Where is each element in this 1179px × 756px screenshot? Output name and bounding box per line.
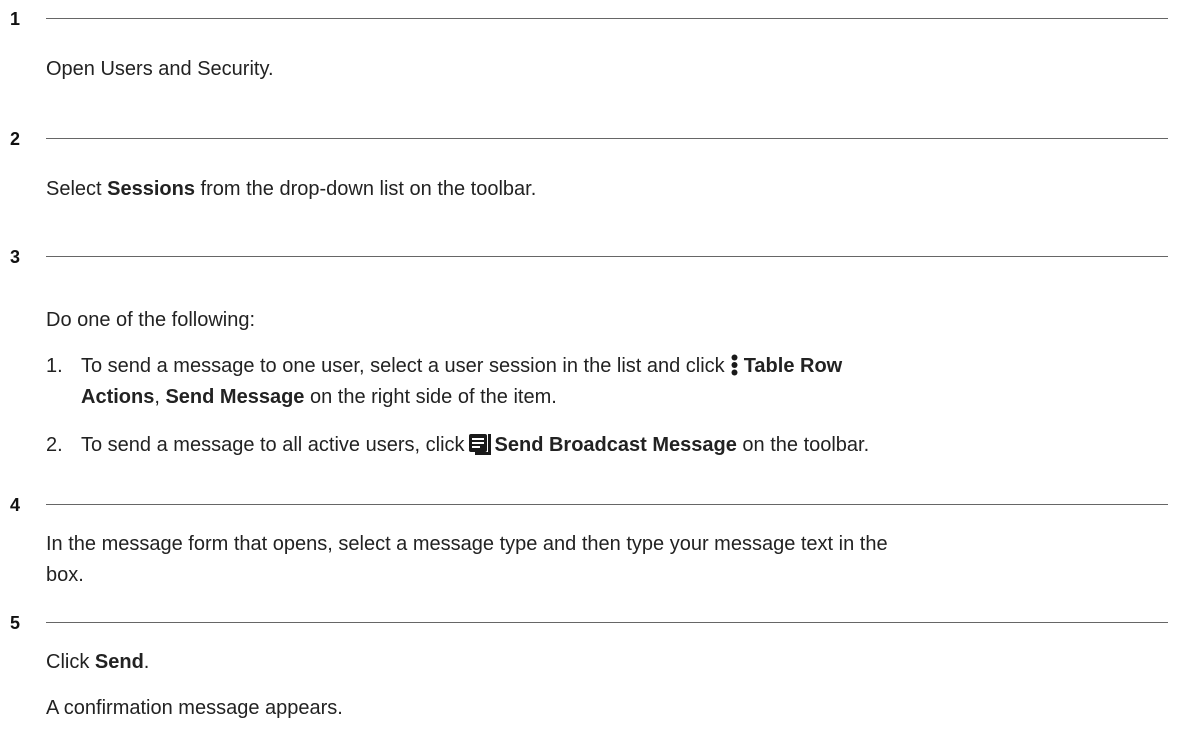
step-text: Open Users and Security.: [46, 58, 274, 80]
step-number: 3: [10, 247, 21, 267]
step-text-pre: Select: [46, 178, 108, 200]
step-intro: Do one of the following:: [46, 309, 256, 331]
step-header: 2: [0, 129, 1179, 149]
ui-term-actions: Actions: [81, 386, 155, 408]
list-item-marker: 1.: [46, 355, 63, 377]
step-header: 5: [0, 613, 1179, 633]
step-text-line-1: In the message form that opens, select a…: [46, 533, 888, 555]
step-text: Select Sessions from the drop-down list …: [46, 174, 1169, 205]
step-text-post: .: [143, 651, 150, 673]
kebab-vertical-icon: [731, 354, 738, 376]
list-item: To send a message to one user, select a …: [81, 351, 1167, 413]
step-divider: [46, 622, 1168, 623]
step-text-pre: Click: [46, 651, 95, 673]
step-divider: [46, 256, 1168, 257]
step-text: Click Send.: [46, 647, 1169, 678]
list-item-text-pre: To send a message to all active users, c…: [81, 434, 465, 456]
list-item-text-post: on the toolbar.: [736, 434, 870, 456]
list-item-separator: ,: [154, 386, 166, 408]
step-text-post: from the drop-down list on the toolbar.: [194, 178, 537, 200]
step-divider: [46, 18, 1168, 19]
list-item-text-pre: To send a message to one user, select a …: [81, 355, 725, 377]
ui-term-send-message: Send Message: [165, 386, 305, 408]
step-result: A confirmation message appears.: [46, 697, 343, 719]
list-item-marker: 2.: [46, 434, 63, 456]
step-text-line-2: box.: [46, 564, 84, 586]
step-number: 5: [10, 613, 21, 633]
step-divider: [46, 138, 1168, 139]
step-number: 1: [10, 9, 21, 29]
step-number: 4: [10, 495, 21, 515]
broadcast-message-icon: [468, 433, 491, 455]
ui-term-send: Send: [94, 651, 144, 673]
list-item-text-post: on the right side of the item.: [304, 386, 557, 408]
step-header: 4: [0, 495, 1179, 515]
ui-term-send-broadcast-message: Send Broadcast Message: [494, 434, 737, 456]
ui-term-table-row: Table Row: [743, 355, 843, 377]
list-item: To send a message to all active users, c…: [81, 430, 1167, 461]
step-header: 3: [0, 247, 1179, 267]
ui-term-sessions: Sessions: [107, 178, 195, 200]
step-divider: [46, 504, 1168, 505]
step-number: 2: [10, 129, 21, 149]
step-header: 1: [0, 9, 1179, 29]
